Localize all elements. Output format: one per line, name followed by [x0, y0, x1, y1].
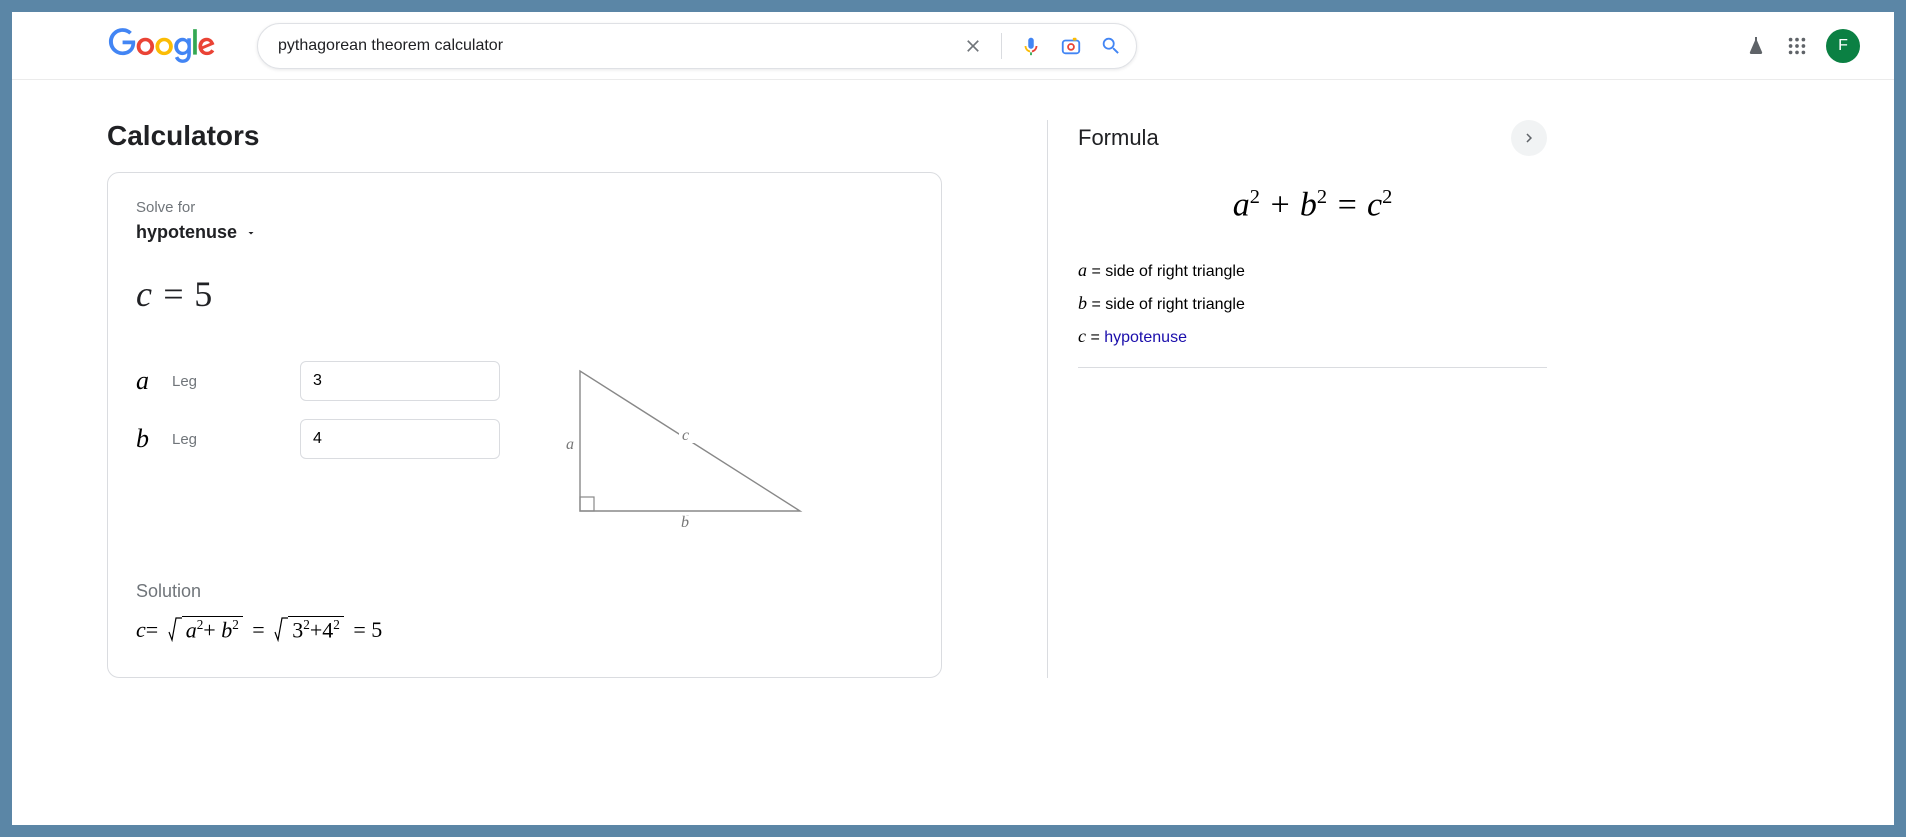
search-bar: [257, 23, 1137, 69]
header: F: [12, 12, 1894, 80]
solve-for-value: hypotenuse: [136, 222, 237, 243]
svg-text:c: c: [682, 427, 689, 444]
calculators-title: Calculators: [107, 120, 1017, 152]
apps-icon[interactable]: [1786, 35, 1808, 57]
input-b[interactable]: [300, 419, 500, 459]
solve-for-label: Solve for: [136, 199, 913, 216]
divider: [1001, 33, 1002, 59]
var-a: a: [136, 366, 154, 396]
solution-label: Solution: [136, 581, 913, 602]
legend-c: c = hypotenuse: [1078, 326, 1547, 347]
clear-icon[interactable]: [963, 36, 983, 56]
google-logo[interactable]: [107, 28, 217, 64]
account-avatar[interactable]: F: [1826, 29, 1860, 63]
svg-text:a: a: [566, 436, 574, 453]
voice-search-icon[interactable]: [1020, 35, 1042, 57]
chevron-right-icon: [1520, 129, 1538, 147]
hypotenuse-link[interactable]: hypotenuse: [1104, 329, 1187, 346]
formula-more-button[interactable]: [1511, 120, 1547, 156]
var-b-label: Leg: [172, 431, 282, 448]
labs-icon[interactable]: [1744, 34, 1768, 58]
search-icon[interactable]: [1100, 35, 1122, 57]
result-equation: c = 5: [136, 273, 913, 315]
input-row-b: b Leg: [136, 419, 500, 459]
divider: [1078, 367, 1547, 368]
var-a-label: Leg: [172, 373, 282, 390]
input-row-a: a Leg: [136, 361, 500, 401]
search-input[interactable]: [278, 37, 963, 55]
triangle-diagram: a b c b c: [560, 361, 820, 531]
input-a[interactable]: [300, 361, 500, 401]
svg-text:b: b: [681, 514, 689, 531]
image-search-icon[interactable]: [1060, 35, 1082, 57]
solve-for-select[interactable]: hypotenuse: [136, 222, 913, 243]
formula-title: Formula: [1078, 125, 1159, 151]
var-b: b: [136, 424, 154, 454]
legend-a: a = side of right triangle: [1078, 260, 1547, 281]
formula-equation: a2 + b2 = c2: [1078, 186, 1547, 224]
calculator-card: Solve for hypotenuse c = 5 a Leg: [107, 172, 942, 678]
legend-b: b = side of right triangle: [1078, 293, 1547, 314]
chevron-down-icon: [245, 227, 257, 239]
solution-equation: c = a2+ b2 = 32+42: [136, 616, 913, 643]
